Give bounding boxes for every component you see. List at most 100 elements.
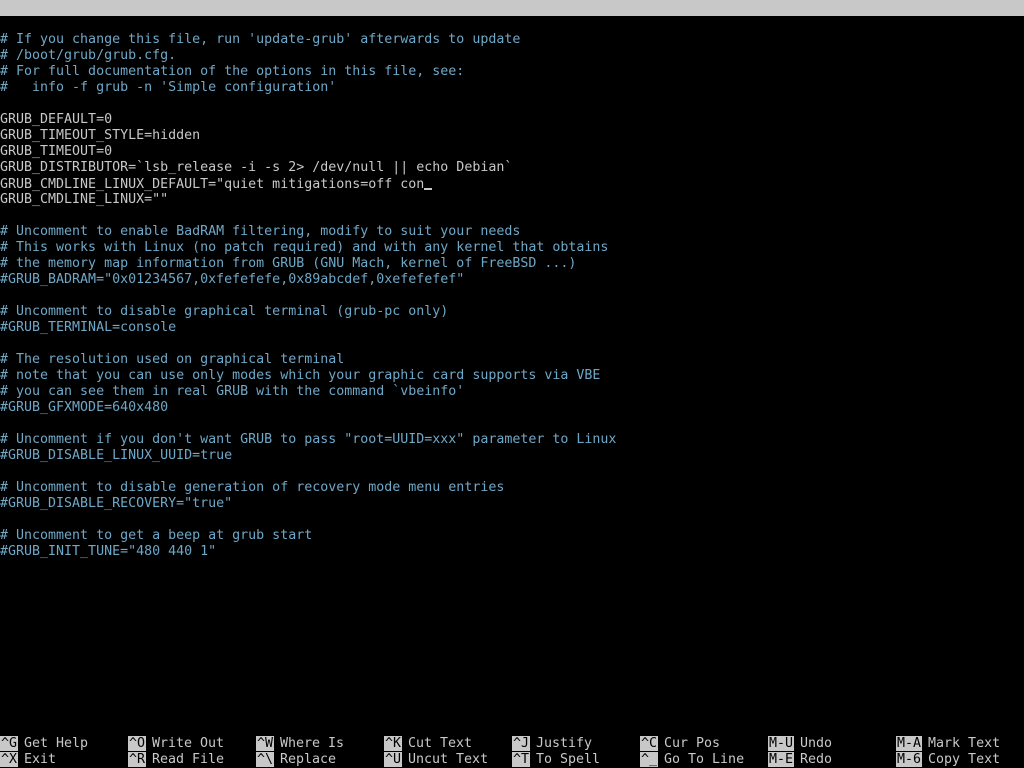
- blank-line[interactable]: [0, 416, 1024, 432]
- shortcut-item[interactable]: ^T To Spell: [512, 752, 600, 768]
- comment-line[interactable]: #GRUB_DISABLE_RECOVERY="true": [0, 496, 1024, 512]
- comment-line[interactable]: # Uncomment to enable BadRAM filtering, …: [0, 224, 1024, 240]
- blank-line[interactable]: [0, 512, 1024, 528]
- comment-text: # Uncomment to disable graphical termina…: [0, 304, 449, 319]
- blank-line[interactable]: [0, 464, 1024, 480]
- comment-text: # For full documentation of the options …: [0, 64, 465, 79]
- blank-line[interactable]: [0, 96, 1024, 112]
- shortcut-item[interactable]: M-A Mark Text: [896, 736, 1000, 752]
- comment-line[interactable]: #GRUB_TERMINAL=console: [0, 320, 1024, 336]
- comment-text: #GRUB_INIT_TUNE="480 440 1": [0, 544, 217, 559]
- shortcut-label: Get Help: [24, 736, 89, 751]
- comment-line[interactable]: # If you change this file, run 'update-g…: [0, 32, 1024, 48]
- shortcut-label: Cut Text: [408, 736, 473, 751]
- shortcut-key: ^T: [512, 752, 531, 767]
- shortcut-item[interactable]: M-6 Copy Text: [896, 752, 1000, 768]
- shortcut-key: ^G: [0, 736, 19, 751]
- comment-text: # you can see them in real GRUB with the…: [0, 384, 465, 399]
- comment-line[interactable]: # Uncomment to disable graphical termina…: [0, 304, 1024, 320]
- comment-text: #GRUB_GFXMODE=640x480: [0, 400, 169, 415]
- comment-text: # If you change this file, run 'update-g…: [0, 32, 521, 47]
- shortcut-item[interactable]: ^C Cur Pos: [640, 736, 720, 752]
- shortcut-label: Replace: [280, 752, 337, 767]
- shortcut-item[interactable]: ^J Justify: [512, 736, 592, 752]
- code-line[interactable]: GRUB_TIMEOUT=0: [0, 144, 1024, 160]
- shortcut-key: M-A: [896, 736, 923, 751]
- comment-line[interactable]: # you can see them in real GRUB with the…: [0, 384, 1024, 400]
- shortcut-label: Read File: [152, 752, 225, 767]
- shortcut-key: ^O: [128, 736, 147, 751]
- shortcut-item[interactable]: ^R Read File: [128, 752, 224, 768]
- code-text: GRUB_CMDLINE_LINUX="": [0, 192, 169, 207]
- code-text: GRUB_TIMEOUT=0: [0, 144, 113, 159]
- comment-line[interactable]: # For full documentation of the options …: [0, 64, 1024, 80]
- code-line[interactable]: GRUB_CMDLINE_LINUX="": [0, 192, 1024, 208]
- comment-text: # note that you can use only modes which…: [0, 368, 601, 383]
- comment-line[interactable]: # Uncomment to get a beep at grub start: [0, 528, 1024, 544]
- comment-line[interactable]: # info -f grub -n 'Simple configuration': [0, 80, 1024, 96]
- shortcut-label: Where Is: [280, 736, 345, 751]
- editor-area[interactable]: # If you change this file, run 'update-g…: [0, 32, 1024, 560]
- code-line[interactable]: GRUB_DISTRIBUTOR=`lsb_release -i -s 2> /…: [0, 160, 1024, 176]
- shortcut-item[interactable]: ^W Where Is: [256, 736, 344, 752]
- shortcut-item[interactable]: ^G Get Help: [0, 736, 88, 752]
- comment-line[interactable]: # Uncomment to disable generation of rec…: [0, 480, 1024, 496]
- shortcut-item[interactable]: ^_ Go To Line: [640, 752, 744, 768]
- shortcut-bar: ^G Get Help ^O Write Out ^W Where Is ^K Cut Tex…: [0, 736, 1024, 768]
- shortcut-key: ^K: [384, 736, 403, 751]
- shortcut-label: Go To Line: [664, 752, 745, 767]
- shortcut-label: Copy Text: [928, 752, 1001, 767]
- comment-line[interactable]: #GRUB_INIT_TUNE="480 440 1": [0, 544, 1024, 560]
- comment-line[interactable]: # the memory map information from GRUB (…: [0, 256, 1024, 272]
- shortcut-item[interactable]: M-U Undo: [768, 736, 832, 752]
- shortcut-key: ^_: [640, 752, 659, 767]
- code-text: GRUB_DISTRIBUTOR=`lsb_release -i -s 2> /…: [0, 160, 513, 175]
- comment-text: #GRUB_DISABLE_RECOVERY="true": [0, 496, 233, 511]
- shortcut-key: ^U: [384, 752, 403, 767]
- comment-text: # Uncomment if you don't want GRUB to pa…: [0, 432, 617, 447]
- shortcut-item[interactable]: ^\ Replace: [256, 752, 336, 768]
- shortcut-item[interactable]: ^U Uncut Text: [384, 752, 488, 768]
- shortcut-label: Uncut Text: [408, 752, 489, 767]
- shortcut-label: To Spell: [536, 752, 601, 767]
- comment-line[interactable]: # note that you can use only modes which…: [0, 368, 1024, 384]
- comment-line[interactable]: # This works with Linux (no patch requir…: [0, 240, 1024, 256]
- blank-line[interactable]: [0, 336, 1024, 352]
- shortcut-key: ^W: [256, 736, 275, 751]
- shortcut-key: ^C: [640, 736, 659, 751]
- shortcut-item[interactable]: ^K Cut Text: [384, 736, 472, 752]
- comment-text: # The resolution used on graphical termi…: [0, 352, 345, 367]
- shortcut-key: ^\: [256, 752, 275, 767]
- code-line[interactable]: GRUB_CMDLINE_LINUX_DEFAULT="quiet mitiga…: [0, 176, 1024, 192]
- shortcut-key: ^X: [0, 752, 19, 767]
- comment-line[interactable]: #GRUB_GFXMODE=640x480: [0, 400, 1024, 416]
- shortcut-item[interactable]: M-E Redo: [768, 752, 832, 768]
- shortcut-key: M-E: [768, 752, 795, 767]
- comment-text: # info -f grub -n 'Simple configuration': [0, 80, 337, 95]
- code-line[interactable]: GRUB_DEFAULT=0: [0, 112, 1024, 128]
- comment-line[interactable]: # Uncomment if you don't want GRUB to pa…: [0, 432, 1024, 448]
- code-text: GRUB_TIMEOUT_STYLE=hidden: [0, 128, 201, 143]
- comment-text: # Uncomment to enable BadRAM filtering, …: [0, 224, 521, 239]
- blank-line[interactable]: [0, 288, 1024, 304]
- shortcut-key: M-6: [896, 752, 923, 767]
- code-line[interactable]: GRUB_TIMEOUT_STYLE=hidden: [0, 128, 1024, 144]
- shortcut-row-1: ^G Get Help ^O Write Out ^W Where Is ^K Cut Tex…: [0, 736, 1024, 752]
- comment-text: # Uncomment to disable generation of rec…: [0, 480, 505, 495]
- shortcut-item[interactable]: ^O Write Out: [128, 736, 224, 752]
- comment-text: #GRUB_BADRAM="0x01234567,0xfefefefe,0x89…: [0, 272, 465, 287]
- shortcut-label: Undo: [800, 736, 833, 751]
- title-bar: GNU nano 2.9.3 /etc/default/grub Modifie…: [0, 0, 1024, 63]
- comment-text: # /boot/grub/grub.cfg.: [0, 48, 177, 63]
- comment-line[interactable]: #GRUB_BADRAM="0x01234567,0xfefefefe,0x89…: [0, 272, 1024, 288]
- comment-line[interactable]: # The resolution used on graphical termi…: [0, 352, 1024, 368]
- comment-line[interactable]: #GRUB_DISABLE_LINUX_UUID=true: [0, 448, 1024, 464]
- comment-text: #GRUB_DISABLE_LINUX_UUID=true: [0, 448, 233, 463]
- comment-line[interactable]: # /boot/grub/grub.cfg.: [0, 48, 1024, 64]
- shortcut-item[interactable]: ^X Exit: [0, 752, 56, 768]
- shortcut-key: ^R: [128, 752, 147, 767]
- shortcut-label: Mark Text: [928, 736, 1001, 751]
- shortcut-label: Cur Pos: [664, 736, 721, 751]
- shortcut-label: Redo: [800, 752, 833, 767]
- blank-line[interactable]: [0, 208, 1024, 224]
